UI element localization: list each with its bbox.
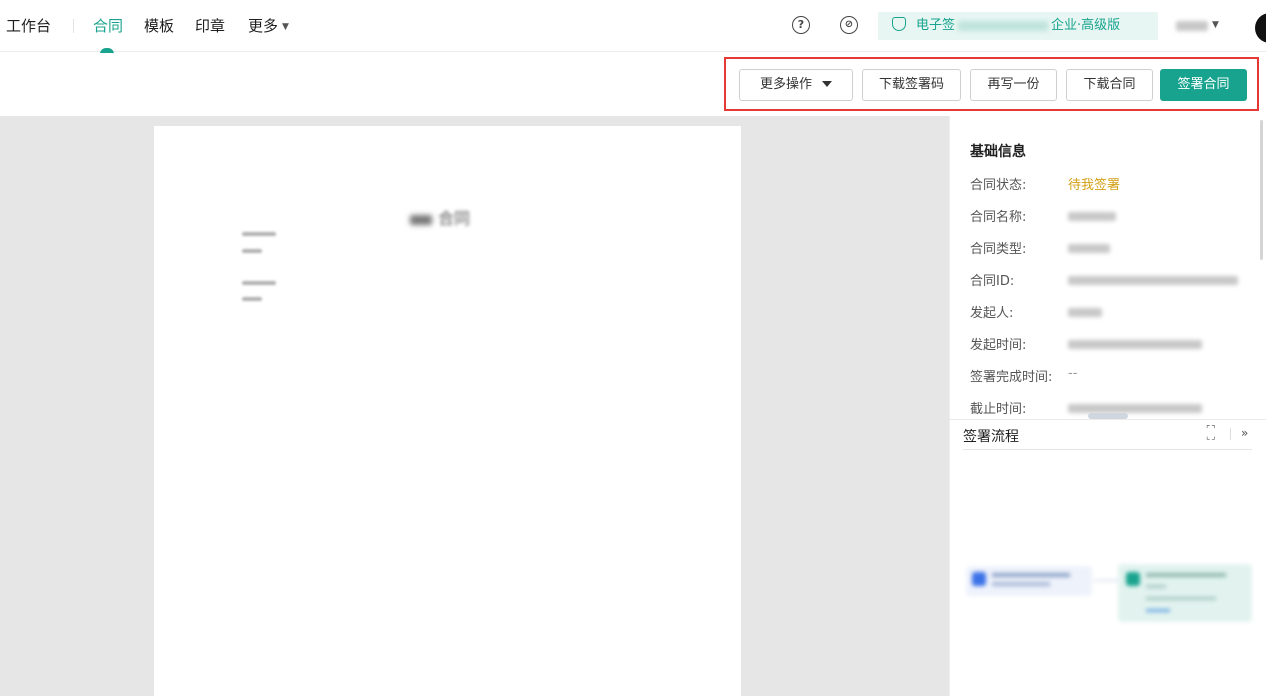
flow-header-divider [963, 449, 1252, 450]
edition-suffix: 企业·高级版 [1051, 18, 1121, 33]
user-menu[interactable]: ▼ [1176, 18, 1219, 32]
party-b-line [242, 281, 276, 285]
flow-node-text [1146, 585, 1166, 588]
redacted-value [1068, 276, 1238, 285]
question-circle-icon[interactable]: ? [792, 16, 810, 34]
document-title-suffix: 合同 [438, 209, 471, 228]
contract-type-value [1068, 241, 1110, 256]
more-actions-dropdown[interactable]: 更多操作 [739, 69, 853, 101]
write-another-button[interactable]: 再写一份 [970, 69, 1057, 101]
user-caret-icon: ▼ [1212, 20, 1219, 30]
info-label-id: 合同ID: [970, 274, 1015, 289]
flow-node-icon [1126, 572, 1140, 586]
flow-node-link [1146, 609, 1170, 612]
expand-icon[interactable]: ⌜⌝ ⌞⌟ [1206, 426, 1220, 442]
contract-name-value [1068, 209, 1116, 224]
edition-badge[interactable]: 电子签 企业·高级版 [878, 12, 1158, 40]
flow-node-text [992, 573, 1070, 577]
redacted-value [1068, 404, 1202, 413]
info-label-status: 合同状态: [970, 178, 1027, 193]
nav-item-contract[interactable]: 合同 [93, 16, 123, 36]
sign-contract-button[interactable]: 签署合同 [1160, 69, 1247, 101]
avatar[interactable] [1255, 13, 1266, 43]
sign-flow-title: 签署流程 [963, 429, 1019, 445]
more-actions-label: 更多操作 [759, 77, 812, 92]
start-time-value [1068, 337, 1202, 352]
top-nav: 工作台 合同 模板 印章 更多 ▼ ? ⊘ 电子签 企业·高级版 ▼ [0, 0, 1266, 54]
info-label-type: 合同类型: [970, 242, 1027, 257]
status-value: 待我签署 [1068, 178, 1121, 193]
party-a-line [242, 232, 276, 236]
nav-more-label: 更多 [248, 17, 279, 35]
icon-divider [1230, 428, 1231, 440]
info-label-complete-time: 签署完成时间: [970, 370, 1053, 385]
panel-scrollbar[interactable] [1260, 120, 1263, 260]
nav-divider [73, 19, 74, 33]
caret-down-icon [822, 81, 832, 87]
flow-node-text [992, 582, 1050, 586]
flow-node-text [1146, 573, 1226, 577]
flow-node-text [1146, 597, 1216, 600]
nav-item-more[interactable]: 更多 ▼ [248, 16, 289, 37]
complete-time-value: -- [1068, 366, 1078, 381]
redacted-company-name [958, 20, 1049, 31]
party-a-sign-line [242, 249, 262, 253]
info-label-deadline: 截止时间: [970, 402, 1027, 417]
redacted-value [1068, 340, 1202, 349]
party-b-sign-line [242, 297, 262, 301]
flow-connector [1094, 580, 1120, 581]
download-sign-code-button[interactable]: 下载签署码 [862, 69, 961, 101]
flow-node-icon [972, 572, 986, 586]
download-contract-button[interactable]: 下载合同 [1066, 69, 1153, 101]
info-label-name: 合同名称: [970, 210, 1027, 225]
nav-workbench[interactable]: 工作台 [6, 16, 51, 36]
initiator-value [1068, 305, 1102, 320]
info-label-initiator: 发起人: [970, 306, 1014, 321]
redacted-value [1068, 308, 1102, 317]
nav-item-template[interactable]: 模板 [144, 16, 174, 36]
redacted-value [1068, 244, 1110, 253]
section-divider [949, 419, 1266, 420]
contract-id-value [1068, 273, 1238, 288]
nav-item-seal[interactable]: 印章 [195, 16, 225, 36]
chevron-double-down-icon[interactable]: » [1241, 426, 1248, 440]
info-label-start-time: 发起时间: [970, 338, 1027, 353]
shield-icon [892, 17, 906, 31]
basic-info-title: 基础信息 [970, 144, 1026, 160]
redacted-username [1176, 20, 1208, 31]
link-circle-icon[interactable]: ⊘ [840, 16, 858, 34]
redacted-value [1068, 212, 1116, 221]
edition-prefix: 电子签 [916, 18, 956, 33]
redacted-title-prefix [410, 214, 432, 225]
document-title: 合同 [410, 205, 470, 229]
caret-down-icon: ▼ [282, 22, 289, 32]
